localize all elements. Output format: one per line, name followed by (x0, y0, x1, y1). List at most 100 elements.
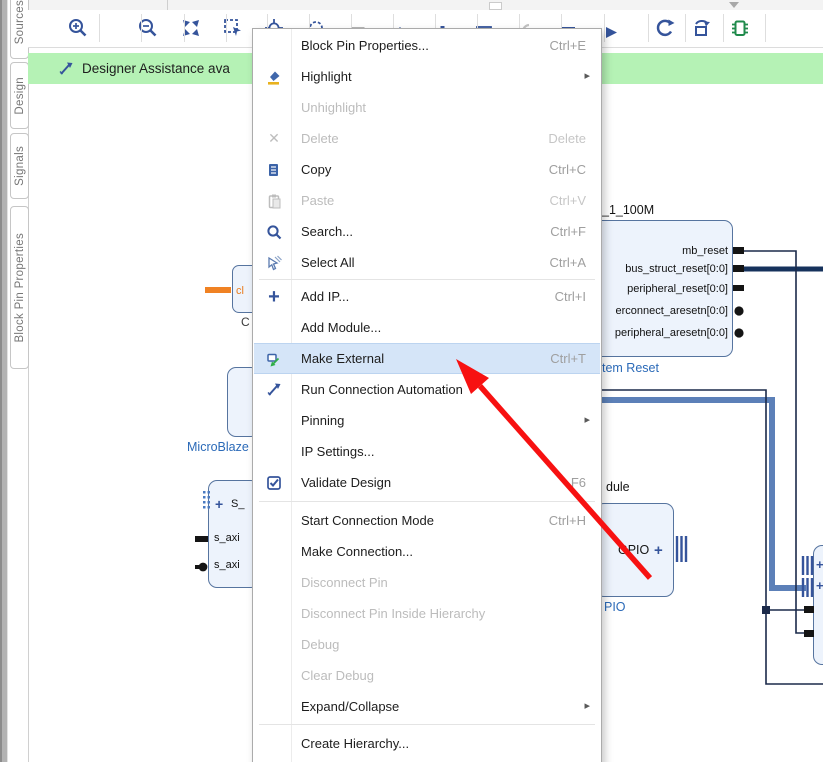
menu-item-paste[interactable]: Paste Ctrl+V (254, 185, 600, 216)
peripheral-reset-pin[interactable] (733, 285, 744, 291)
peripheral-aresetn-pin[interactable] (734, 328, 743, 337)
menu-separator (259, 724, 595, 725)
dropdown-arrow-icon (729, 2, 739, 8)
pin-interconnect-aresetn[interactable]: erconnect_aresetn[0:0] (615, 305, 728, 317)
zoom-to-selection-button[interactable] (220, 15, 246, 41)
context-menu: Block Pin Properties... Ctrl+E Highlight… (252, 28, 602, 762)
right-block-interface-pin-bottom-icon[interactable] (803, 578, 812, 597)
menu-item-highlight[interactable]: Highlight ▸ (254, 61, 600, 92)
menu-item-label: Delete (301, 123, 339, 154)
menu-item-shortcut: Ctrl+H (549, 505, 586, 536)
s-axi-expand-plus[interactable]: + (215, 497, 223, 511)
pin-mb-reset[interactable]: mb_reset (682, 245, 728, 257)
menu-item-make-connection[interactable]: Make Connection... (254, 536, 600, 567)
menu-item-validate-design[interactable]: Validate Design F6 (254, 467, 600, 498)
right-block-plus-bottom[interactable]: + (816, 579, 823, 592)
submenu-arrow-icon: ▸ (584, 691, 590, 722)
menu-item-block-pin-properties[interactable]: Block Pin Properties... Ctrl+E (254, 30, 600, 61)
menu-item-label: Search... (301, 216, 353, 247)
zoom-out-button[interactable] (135, 15, 161, 41)
menu-item-copy[interactable]: Copy Ctrl+C (254, 154, 600, 185)
menu-item-delete[interactable]: ✕ Delete Delete (254, 123, 600, 154)
menu-item-label: Block Pin Properties... (301, 30, 429, 61)
menu-item-shortcut: Ctrl+F (550, 216, 586, 247)
clk-block-caption: C (241, 315, 250, 329)
menu-item-create-hierarchy[interactable]: Create Hierarchy... (254, 728, 600, 759)
pin-peripheral-aresetn[interactable]: peripheral_aresetn[0:0] (615, 327, 728, 339)
interconnect-aresetn-pin[interactable] (734, 306, 743, 315)
s-axi-aclk-label[interactable]: s_axi (214, 532, 240, 544)
menu-item-label: Unhighlight (301, 92, 366, 123)
s-axi-aclk-pin[interactable] (195, 536, 208, 542)
gpio-interface-pin-icon[interactable] (677, 536, 686, 562)
menu-item-label: Add Module... (301, 312, 381, 343)
clk-pin-label[interactable]: cl (236, 285, 244, 297)
menu-item-label: Pinning (301, 405, 344, 436)
pin-peripheral-reset[interactable]: peripheral_reset[0:0] (627, 283, 728, 295)
menu-item-search[interactable]: Search... Ctrl+F (254, 216, 600, 247)
tab-signals[interactable]: Signals (10, 133, 29, 199)
bus-struct-reset-pin[interactable] (733, 265, 744, 272)
microblaze-caption: MicroBlaze (187, 440, 249, 454)
gpio-interface-label[interactable]: GPIO (618, 543, 649, 557)
menu-item-label: Clear Debug (301, 660, 374, 691)
regenerate-layout-button[interactable] (689, 15, 715, 41)
menu-item-label: Paste (301, 185, 334, 216)
clk-selected-pin[interactable] (205, 287, 231, 293)
tab-signals-label: Signals (14, 146, 26, 186)
open-chip-view-button[interactable] (727, 15, 753, 41)
menu-item-pinning[interactable]: Pinning ▸ (254, 405, 600, 436)
menu-item-select-all[interactable]: Select All Ctrl+A (254, 247, 600, 278)
menu-item-label: Make External (301, 344, 384, 373)
menu-item-expand-collapse[interactable]: Expand/Collapse ▸ (254, 691, 600, 722)
menu-item-add-module[interactable]: Add Module... (254, 312, 600, 343)
menu-item-start-connection-mode[interactable]: Start Connection Mode Ctrl+H (254, 505, 600, 536)
reset-block-caption: tem Reset (602, 361, 659, 375)
menu-item-debug[interactable]: Debug (254, 629, 600, 660)
mb-reset-pin[interactable] (733, 247, 744, 254)
reset-block-title: _1_100M (602, 203, 654, 217)
menu-item-unhighlight[interactable]: Unhighlight (254, 92, 600, 123)
menu-item-ip-settings[interactable]: IP Settings... (254, 436, 600, 467)
submenu-arrow-icon: ▸ (584, 61, 590, 92)
menu-item-shortcut: Ctrl+A (550, 247, 586, 278)
pin-bus-struct-reset[interactable]: bus_struct_reset[0:0] (625, 263, 728, 275)
zoom-fit-button[interactable] (178, 15, 204, 41)
s-axi-aresetn-pin[interactable] (199, 563, 208, 572)
menu-item-shortcut: Delete (548, 123, 586, 154)
menu-item-shortcut: Ctrl+E (550, 30, 586, 61)
wire-mb-reset[interactable] (743, 251, 805, 633)
menu-item-run-connection-automation[interactable]: Run Connection Automation (254, 374, 600, 405)
s-axi-aresetn-label[interactable]: s_axi (214, 559, 240, 571)
validate-check-icon (261, 467, 287, 498)
open-chip-view-icon (729, 17, 751, 39)
s-axi-aresetn-stub (195, 565, 200, 569)
right-block-plus-top[interactable]: + (816, 558, 823, 571)
menu-item-shortcut: Ctrl+T (550, 344, 586, 373)
menu-item-shortcut: F6 (571, 467, 586, 498)
tab-block-pin-properties[interactable]: Block Pin Properties (10, 206, 29, 369)
delete-x-icon: ✕ (261, 123, 287, 154)
vivado-block-design-window: Sources Design Signals Block Pin Propert… (0, 0, 823, 762)
menu-item-shortcut: Ctrl+C (549, 154, 586, 185)
s-axi-interface-label[interactable]: S_ (231, 498, 244, 510)
refresh-button[interactable] (652, 15, 678, 41)
top-strip-divider (167, 0, 168, 10)
tab-sources-label: Sources (14, 0, 26, 44)
menu-item-shortcut: Ctrl+I (555, 281, 586, 312)
menu-item-make-external[interactable]: Make External Ctrl+T (254, 343, 600, 374)
menu-item-add-ip[interactable]: + Add IP... Ctrl+I (254, 281, 600, 312)
menu-item-label: Copy (301, 154, 331, 185)
menu-item-disconnect-pin-inside-hierarchy[interactable]: Disconnect Pin Inside Hierarchy (254, 598, 600, 629)
menu-item-label: Add IP... (301, 281, 349, 312)
tab-sources[interactable]: Sources (10, 0, 29, 59)
zoom-in-button[interactable] (65, 15, 91, 41)
gpio-expand-plus[interactable]: + (654, 543, 663, 558)
menu-item-clear-debug[interactable]: Clear Debug (254, 660, 600, 691)
right-block-interface-pin-top-icon[interactable] (803, 556, 812, 575)
refresh-icon (654, 17, 676, 39)
highlighter-icon (261, 61, 287, 92)
menu-item-label: Make Connection... (301, 536, 413, 567)
tab-design[interactable]: Design (10, 62, 29, 129)
menu-item-disconnect-pin[interactable]: Disconnect Pin (254, 567, 600, 598)
